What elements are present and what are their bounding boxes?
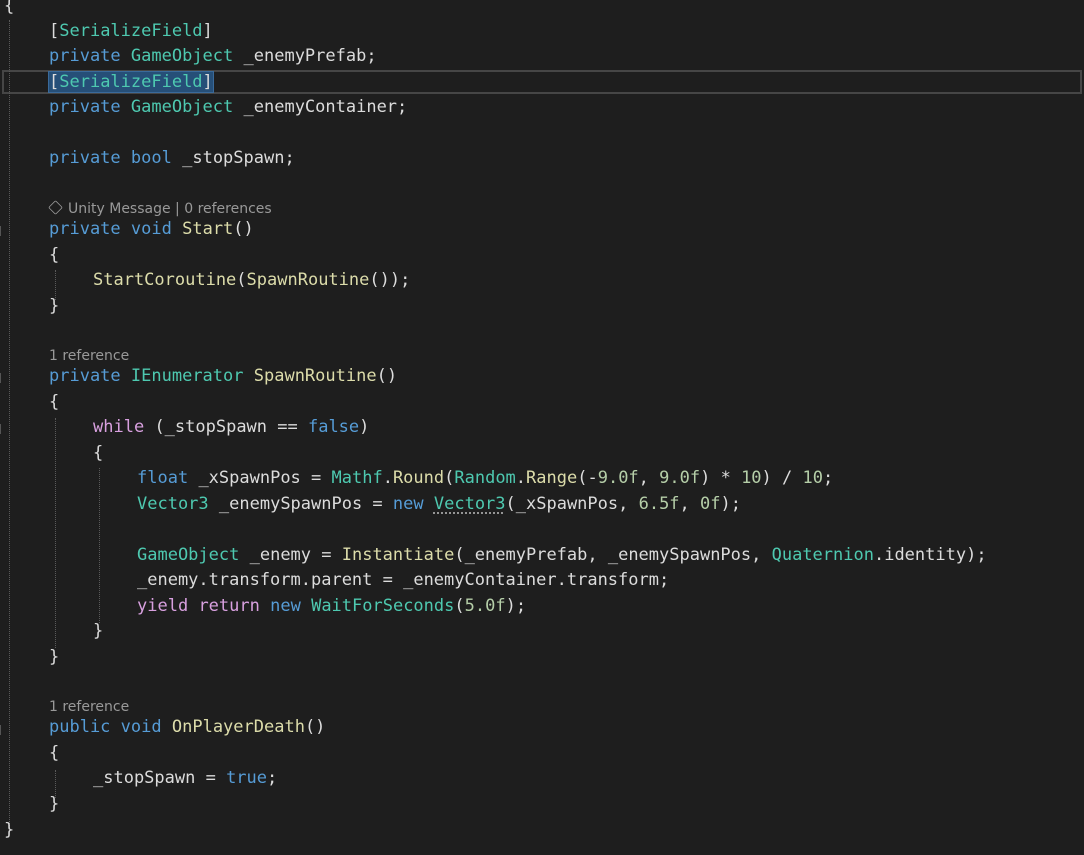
- codelens-start[interactable]: Unity Message | 0 references: [48, 199, 272, 219]
- code-line[interactable]: Vector3 _enemySpawnPos = new Vector3(_xS…: [137, 492, 741, 518]
- code-line[interactable]: private GameObject _enemyContainer;: [49, 95, 407, 121]
- code-line[interactable]: float _xSpawnPos = Mathf.Round(Random.Ra…: [137, 466, 833, 492]
- code-line[interactable]: {: [49, 741, 59, 767]
- code-line[interactable]: private GameObject _enemyPrefab;: [49, 44, 377, 70]
- collapse-marker[interactable]: [0, 725, 4, 735]
- indent-guide: [55, 418, 56, 648]
- code-line[interactable]: private void Start(): [49, 217, 254, 243]
- code-line[interactable]: _enemy.transform.parent = _enemyContaine…: [137, 568, 669, 594]
- code-line[interactable]: }: [93, 619, 103, 645]
- code-line[interactable]: private IEnumerator SpawnRoutine(): [49, 364, 397, 390]
- indent-guide: [99, 468, 100, 623]
- code-line[interactable]: {: [4, 0, 14, 20]
- code-line[interactable]: }: [49, 294, 59, 320]
- code-line[interactable]: }: [49, 792, 59, 818]
- code-line[interactable]: while (_stopSpawn == false): [93, 415, 369, 441]
- code-line[interactable]: [SerializeField]: [49, 19, 213, 45]
- collapse-marker[interactable]: [0, 226, 4, 236]
- unity-icon: [48, 200, 63, 215]
- code-line[interactable]: yield return new WaitForSeconds(5.0f);: [137, 594, 526, 620]
- collapse-marker[interactable]: [0, 424, 4, 434]
- code-line[interactable]: private bool _stopSpawn;: [49, 146, 295, 172]
- code-line[interactable]: StartCoroutine(SpawnRoutine());: [93, 268, 410, 294]
- code-line[interactable]: _stopSpawn = true;: [93, 766, 277, 792]
- codelens-on-player-death[interactable]: 1 reference: [49, 697, 129, 717]
- code-line[interactable]: public void OnPlayerDeath(): [49, 715, 325, 741]
- code-line[interactable]: }: [4, 818, 14, 844]
- code-line[interactable]: GameObject _enemy = Instantiate(_enemyPr…: [137, 543, 987, 569]
- code-line[interactable]: {: [49, 243, 59, 269]
- indent-guide: [9, 20, 10, 828]
- code-line[interactable]: }: [49, 645, 59, 671]
- brace: {: [4, 0, 15, 16]
- code-line[interactable]: {: [93, 441, 103, 467]
- collapse-marker[interactable]: [0, 373, 4, 383]
- code-line[interactable]: {: [49, 390, 59, 416]
- code-line[interactable]: [SerializeField]: [48, 70, 214, 96]
- codelens-spawn-routine[interactable]: 1 reference: [49, 346, 129, 366]
- code-editor[interactable]: { [SerializeField] private GameObject _e…: [0, 0, 1084, 855]
